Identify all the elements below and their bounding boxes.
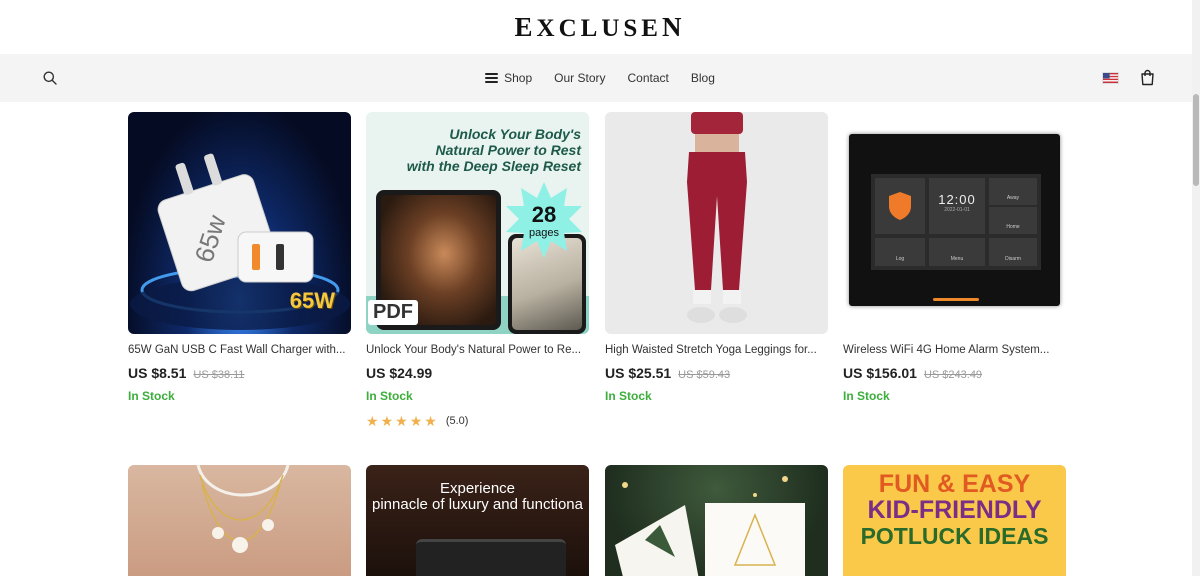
- product-price: US $156.01: [843, 365, 917, 381]
- product-image-christmas-cards[interactable]: [605, 465, 828, 576]
- product-title[interactable]: High Waisted Stretch Yoga Leggings for..…: [605, 344, 828, 356]
- potluck-headline: FUN & EASY KID-FRIENDLY POTLUCK IDEAS: [843, 471, 1066, 549]
- product-image-necklace[interactable]: [128, 465, 351, 576]
- stock-status: In Stock: [605, 389, 652, 403]
- logo-letters-middle: XCLUSE: [536, 14, 662, 42]
- nav-blog[interactable]: Blog: [691, 71, 715, 85]
- recliner-shape: [416, 539, 566, 576]
- brand-logo[interactable]: EXCLUSEN: [515, 12, 686, 43]
- star-icon: ★: [424, 413, 437, 429]
- alarm-date: 2022-01-01: [944, 207, 970, 213]
- shield-icon: [889, 192, 911, 220]
- logo-letter-first: E: [514, 11, 537, 42]
- alarm-log: Log: [875, 238, 925, 266]
- potluck-line-3: POTLUCK IDEAS: [860, 523, 1049, 549]
- christmas-cards-illustration: [615, 476, 805, 576]
- product-title[interactable]: Unlock Your Body's Natural Power to Re..…: [366, 344, 589, 356]
- alarm-home: Home: [989, 207, 1037, 234]
- product-title[interactable]: Wireless WiFi 4G Home Alarm System...: [843, 344, 1066, 356]
- nav-bar: Shop Our Story Contact Blog: [0, 54, 1192, 102]
- hamburger-icon: [485, 73, 499, 83]
- product-card[interactable]: 12:00 2022-01-01 Away Home Log Menu Disa…: [843, 112, 1066, 403]
- product-old-price: US $243.49: [923, 369, 983, 381]
- price-row: US $24.99: [366, 365, 589, 381]
- pages-burst: 28 pages: [506, 182, 582, 258]
- star-icon: ★: [380, 413, 394, 429]
- logo-letter-last: N: [661, 11, 686, 42]
- stock-status: In Stock: [128, 389, 175, 403]
- rating-value: (5.0): [445, 415, 469, 427]
- star-icon: ★: [409, 413, 423, 429]
- nav-contact[interactable]: Contact: [628, 71, 669, 85]
- recliner-line-1: Experience: [439, 480, 516, 497]
- scrollbar-thumb[interactable]: [1193, 94, 1199, 186]
- wattage-badge: 65W: [289, 288, 335, 313]
- us-flag-icon[interactable]: [1102, 72, 1119, 84]
- nav-blog-label: Blog: [690, 71, 715, 85]
- page-scrollbar[interactable]: [1192, 0, 1200, 576]
- price-row: US $156.01 US $243.49: [843, 365, 1066, 381]
- recliner-headline: Experience pinnacle of luxury and functi…: [366, 481, 589, 513]
- logo-bar: EXCLUSEN: [0, 0, 1200, 54]
- product-title[interactable]: 65W GaN USB C Fast Wall Charger with...: [128, 344, 351, 356]
- nav-our-story[interactable]: Our Story: [554, 71, 605, 85]
- alarm-away: Away: [989, 178, 1037, 205]
- burst-number: 28: [532, 202, 556, 227]
- alarm-device: 12:00 2022-01-01 Away Home Log Menu Disa…: [849, 134, 1060, 306]
- nav-contact-label: Contact: [627, 71, 669, 85]
- product-image-leggings[interactable]: [605, 112, 828, 334]
- headline-line-2: Natural Power to Rest: [435, 142, 581, 158]
- leggings-illustration: [687, 112, 747, 323]
- product-price: US $8.51: [128, 365, 187, 381]
- star-icon: ★: [366, 413, 379, 429]
- pdf-badge: PDF: [368, 300, 418, 325]
- star-icon: ★: [395, 413, 408, 429]
- headline-line-3: with the Deep Sleep Reset: [406, 158, 581, 174]
- potluck-line-1: FUN & EASY: [878, 470, 1031, 498]
- recliner-line-2: pinnacle of luxury and functiona: [372, 496, 583, 513]
- potluck-line-2: KID-FRIENDLY: [867, 496, 1042, 524]
- alarm-disarm: Disarm: [989, 238, 1037, 266]
- burst-text: pages: [529, 227, 559, 239]
- nav-shop[interactable]: Shop: [485, 71, 532, 85]
- alarm-led-bar: [933, 298, 979, 301]
- price-row: US $8.51 US $38.11: [128, 365, 351, 381]
- product-image-alarm-panel[interactable]: 12:00 2022-01-01 Away Home Log Menu Disa…: [843, 112, 1066, 334]
- alarm-screen: 12:00 2022-01-01 Away Home Log Menu Disa…: [871, 174, 1041, 270]
- alarm-time: 12:00: [938, 192, 976, 207]
- product-price: US $25.51: [605, 365, 672, 381]
- product-price: US $24.99: [366, 365, 433, 381]
- product-image-potluck[interactable]: FUN & EASY KID-FRIENDLY POTLUCK IDEAS: [843, 465, 1066, 576]
- stock-status: In Stock: [366, 389, 413, 403]
- product-card[interactable]: High Waisted Stretch Yoga Leggings for..…: [605, 112, 828, 403]
- stock-status: In Stock: [843, 389, 890, 403]
- headline-line-1: Unlock Your Body's: [449, 126, 581, 142]
- shopping-bag-icon[interactable]: [1140, 69, 1155, 86]
- product-old-price: US $38.11: [193, 369, 245, 381]
- necklace-illustration: [196, 465, 290, 553]
- product-image-sleep-guide[interactable]: Unlock Your Body's Natural Power to Rest…: [366, 112, 589, 334]
- alarm-menu: Menu: [929, 238, 985, 266]
- nav-our-story-label: Our Story: [554, 71, 606, 85]
- product-old-price: US $59.43: [678, 369, 731, 381]
- product-card[interactable]: 65w 65W 65W GaN USB C Fast Wall Charger …: [128, 112, 351, 403]
- nav-shop-label: Shop: [504, 71, 533, 85]
- price-row: US $25.51 US $59.43: [605, 365, 828, 381]
- product-card[interactable]: Unlock Your Body's Natural Power to Rest…: [366, 112, 589, 428]
- rating: ★ ★ ★ ★ ★ (5.0): [366, 414, 589, 428]
- product-image-recliner[interactable]: Experience pinnacle of luxury and functi…: [366, 465, 589, 576]
- sleep-guide-headline: Unlock Your Body's Natural Power to Rest…: [407, 126, 581, 174]
- product-image-charger[interactable]: 65w 65W: [128, 112, 351, 334]
- main-nav: Shop Our Story Contact Blog: [0, 54, 1192, 102]
